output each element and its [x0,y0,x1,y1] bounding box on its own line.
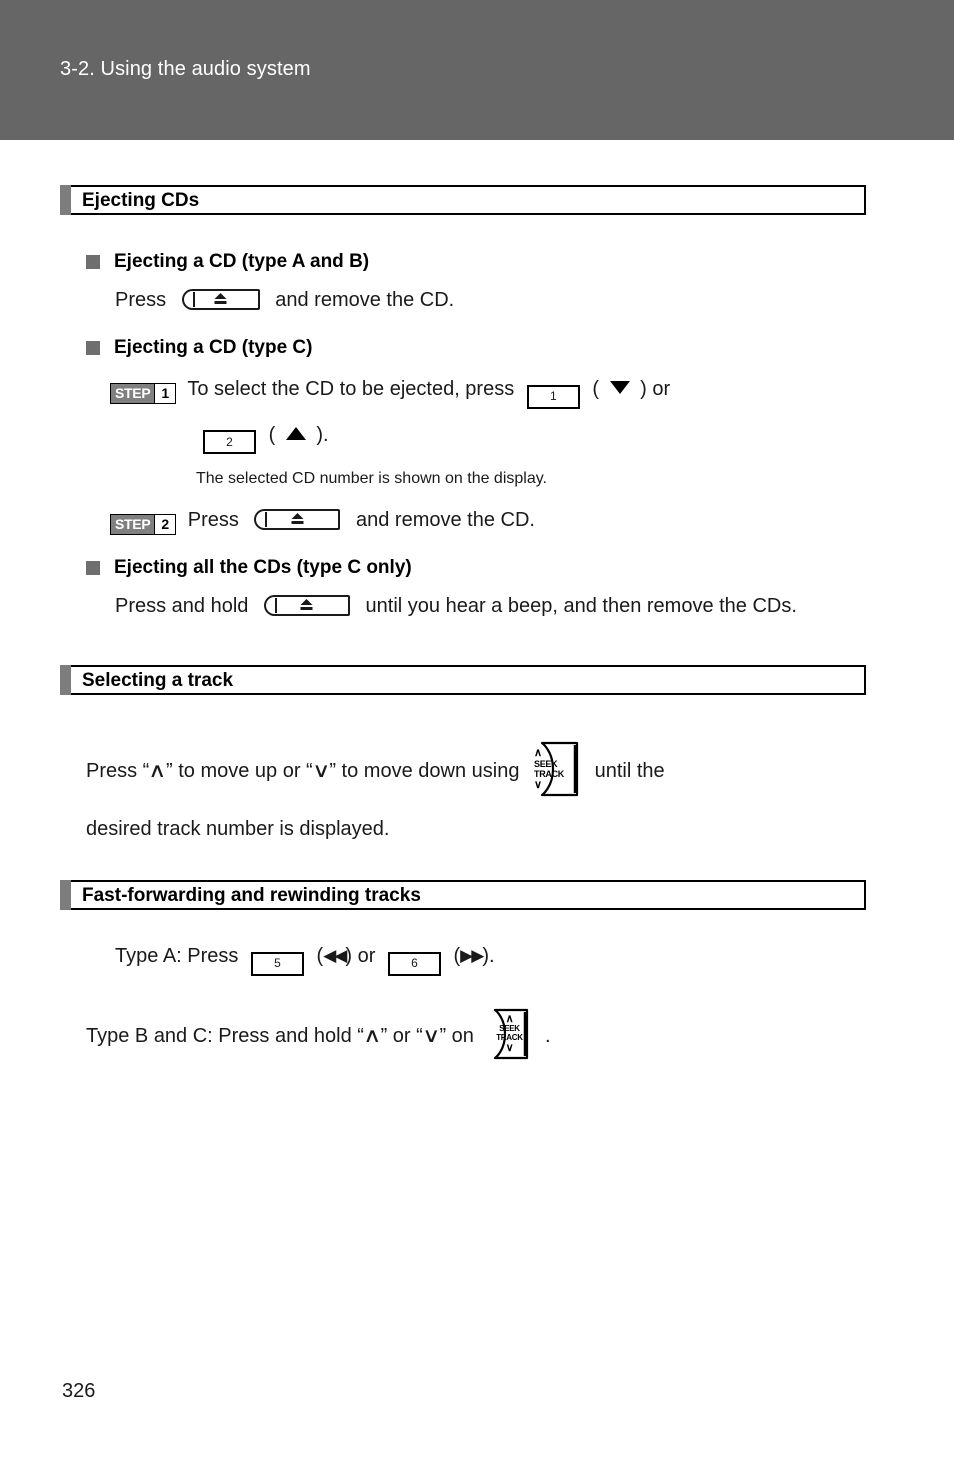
forward-paren-open: ( [453,945,461,968]
press-label: Press [115,289,167,311]
section-header-body: Selecting a track [71,665,866,696]
paragraph-selecting-track-line-2: desired track number is displayed. [86,818,390,841]
eject-triangle [214,293,227,299]
chevron-down-icon: ∨ [421,1025,441,1048]
paren-open: ( [592,378,600,400]
eject-symbol-icon [300,599,313,612]
square-bullet-icon [86,255,100,269]
paragraph-type-b-c: Type B and C: Press and hold “∧” or “∨” … [86,1008,954,1060]
section-header-body: Fast-forwarding and rewinding tracks [71,880,866,911]
step-1-row-continued: 2 ( ). [196,421,954,455]
rewind-paren-close: ) [345,945,353,968]
select-track-part-3: ” to move down using [329,760,520,783]
section-accent-tab [60,880,71,911]
eject-button-icon[interactable] [263,595,350,617]
subheading-label: Ejecting a CD (type C) [114,337,313,358]
step-word-label: STEP [111,383,155,403]
trailing-paren: ). [316,423,329,446]
chevron-down-icon: ∨ [311,760,331,783]
page-content: Ejecting CDs Ejecting a CD (type A and B… [0,140,954,1060]
square-bullet-icon [86,561,100,576]
step-2-text-after: and remove the CD. [355,509,535,532]
eject-triangle [291,513,304,520]
subheading-ejecting-cd-type-c: Ejecting a CD (type C) [86,337,954,359]
section-accent-tab [60,665,71,696]
rewind-icon: ◀◀ [323,946,347,966]
step-badge-1: STEP 1 [110,382,177,404]
eject-triangle [300,599,313,606]
subheading-label: Ejecting a CD (type A and B) [114,251,370,272]
chevron-up-icon: ∧ [363,1025,382,1048]
key-button-2[interactable]: 2 [203,430,256,455]
section-header-ejecting-cds: Ejecting CDs [60,185,866,215]
triangle-up-icon [285,426,306,440]
paren-open-2: ( [268,423,276,446]
paragraph-eject-type-a-b: Press and remove the CD. [115,286,954,315]
subheading-ejecting-all-cds: Ejecting all the CDs (type C only) [86,557,954,579]
running-header-title: 3-2. Using the audio system [60,58,311,80]
key-button-6[interactable]: 6 [387,952,441,977]
step-number-label: 2 [154,515,176,535]
eject-bar [300,607,313,611]
eject-all-text-before: Press and hold [115,595,249,618]
eject-bar [214,301,227,304]
step-1-note: The selected CD number is shown on the d… [196,470,547,488]
square-bullet-icon [86,341,100,355]
type-b-c-period: . [545,1025,551,1048]
conjunction-or: or [652,378,671,400]
after-button-text: and remove the CD. [275,289,455,311]
section-accent-tab [60,185,71,215]
seek-track-button-icon[interactable]: ∧ SEEK TRACK ∨ [488,1008,530,1060]
paren-close: ) [640,378,647,400]
section-header-selecting-a-track: Selecting a track [60,665,866,696]
paragraph-type-a: Type A: Press 5 (◀◀) or 6 (▶▶). [115,942,954,977]
select-track-part-2: ” to move up or “ [165,760,313,783]
rewind-paren-open: ( [316,945,324,968]
eject-button-icon[interactable] [254,509,341,531]
select-track-part-1: Press “ [86,760,150,783]
key-button-1[interactable]: 1 [526,384,580,409]
eject-button-tick [274,598,277,614]
section-header-fast-forwarding: Fast-forwarding and rewinding tracks [60,880,866,911]
eject-symbol-icon [291,513,304,526]
section-header-body: Ejecting CDs [71,185,866,215]
running-header-band: 3-2. Using the audio system [0,0,954,140]
step-badge-2: STEP 2 [110,514,177,536]
forward-paren-close: ). [482,945,495,968]
chevron-up-icon: ∧ [148,760,167,783]
paragraph-eject-all-cds: Press and hold until you hear a beep, an… [115,592,875,621]
step-1-text: To select the CD to be ejected, press [187,378,515,400]
eject-symbol-icon [214,293,227,306]
subheading-ejecting-cd-type-a-b: Ejecting a CD (type A and B) [86,251,954,273]
paragraph-selecting-track: Press “∧” to move up or “∨” to move down… [86,741,866,797]
step-2-row: STEP 2 Press and remove the CD. [110,506,954,536]
eject-button-tick [192,292,195,307]
section-title: Fast-forwarding and rewinding tracks [82,884,421,906]
step-word-label: STEP [111,515,155,535]
eject-button-icon[interactable] [181,289,260,310]
page-number: 326 [62,1380,96,1402]
type-b-c-prefix: Type B and C: Press and hold “ [86,1025,364,1048]
select-track-part-4: until the [594,760,665,783]
step-1-row: STEP 1 To select the CD to be ejected, p… [110,375,954,409]
or-text: or [357,945,376,968]
type-b-c-mid: ” or “ [380,1025,423,1048]
eject-all-text-after: until you hear a beep, and then remove t… [365,595,797,618]
seek-track-button-icon[interactable]: ∧ SEEK TRACK ∨ [534,741,580,797]
subheading-label: Ejecting all the CDs (type C only) [114,557,412,579]
step-2-text-before: Press [187,509,239,532]
key-button-5[interactable]: 5 [250,952,304,977]
triangle-down-icon [609,381,630,394]
fast-forward-icon: ▶▶ [460,946,484,966]
type-a-prefix: Type A: Press [115,945,239,968]
section-title: Selecting a track [82,669,234,691]
step-number-label: 1 [154,383,176,403]
type-b-c-suffix: ” on [439,1025,474,1048]
section-title: Ejecting CDs [82,189,200,211]
eject-button-tick [265,512,268,528]
eject-bar [291,521,304,525]
